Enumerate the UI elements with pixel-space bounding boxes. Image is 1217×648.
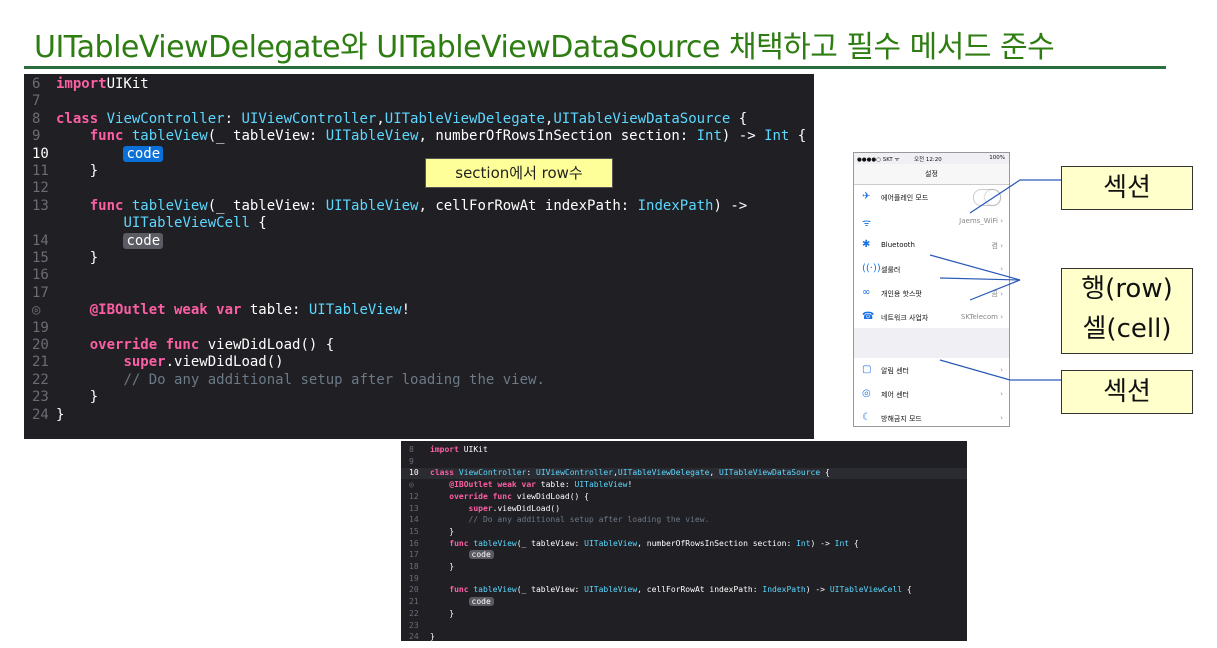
connector-row-1	[929, 254, 1021, 281]
connector-section-bottom	[939, 359, 1061, 381]
connector-section-top	[969, 179, 1061, 214]
connector-row-3	[969, 279, 1021, 301]
connector-lines	[929, 179, 1061, 381]
connector-row-2	[939, 277, 1021, 281]
